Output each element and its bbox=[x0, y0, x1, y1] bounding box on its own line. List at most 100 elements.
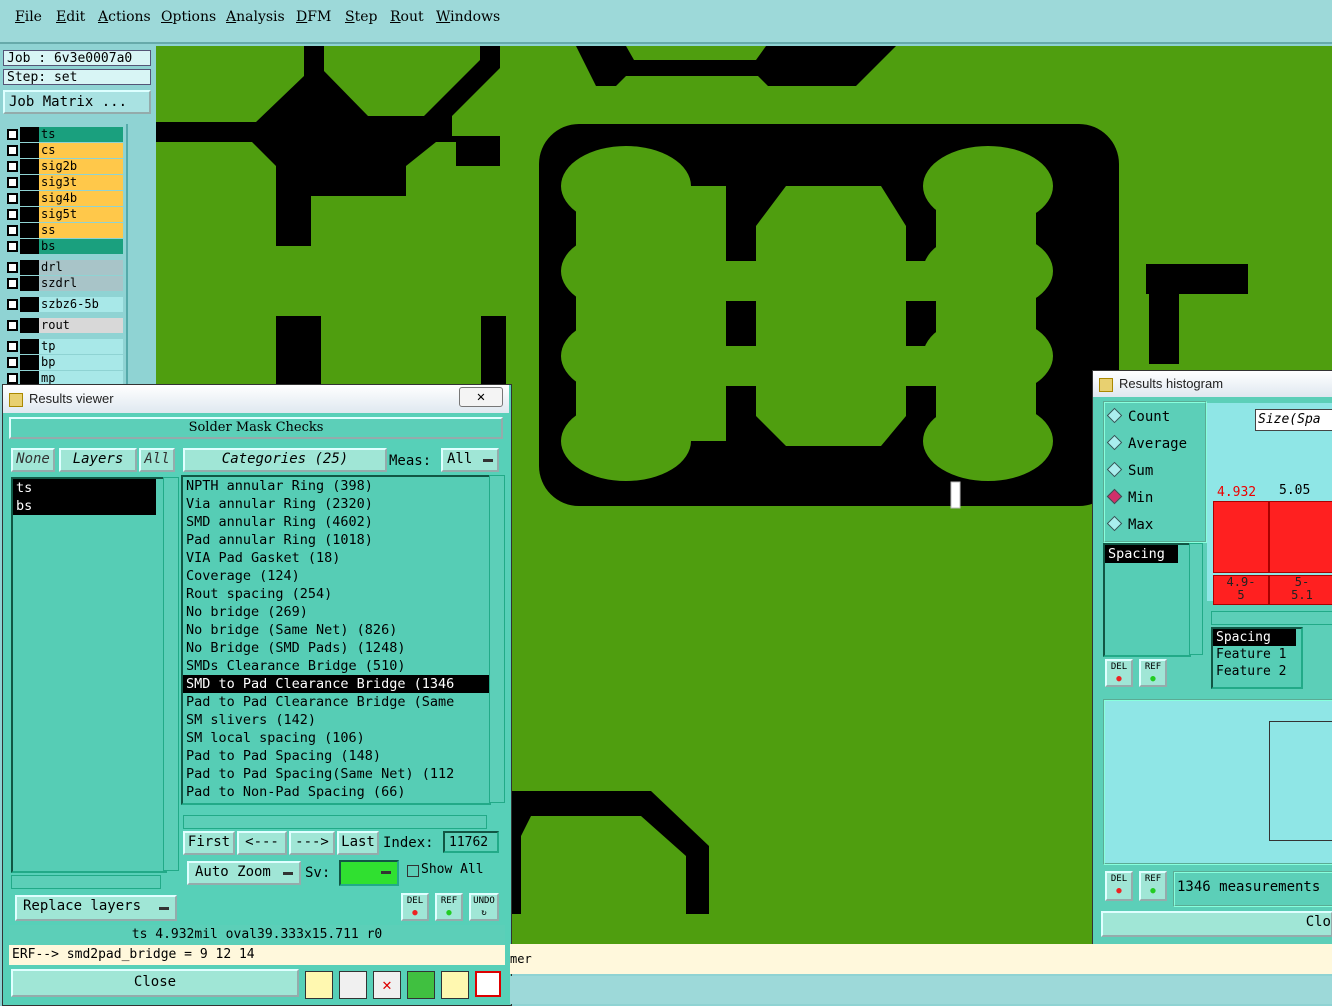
del-button-2[interactable]: DEL ● bbox=[1105, 871, 1133, 901]
layer-row-bs[interactable]: bs bbox=[5, 239, 123, 254]
option-min[interactable]: Min bbox=[1106, 488, 1153, 510]
layer-row-sig3t[interactable]: sig3t bbox=[5, 175, 123, 190]
index-input[interactable]: 11762 bbox=[443, 831, 499, 853]
layer-result-bs[interactable]: bs bbox=[13, 497, 156, 515]
layer-row-drl[interactable]: drl bbox=[5, 260, 123, 275]
param-spacing[interactable]: Spacing bbox=[1105, 545, 1178, 563]
layer-row-bp[interactable]: bp bbox=[5, 355, 123, 370]
auto-zoom-dropdown[interactable]: Auto Zoom bbox=[187, 861, 301, 885]
layer-scrollbar[interactable] bbox=[126, 124, 154, 386]
meas-dropdown[interactable]: All bbox=[441, 448, 499, 472]
histogram-titlebar[interactable]: Results histogram bbox=[1093, 371, 1332, 397]
layer-list-hscrollbar[interactable] bbox=[11, 875, 161, 889]
layer-row-sig5t[interactable]: sig5t bbox=[5, 207, 123, 222]
menu-options[interactable]: Options bbox=[161, 9, 216, 25]
menu-rout[interactable]: Rout bbox=[390, 9, 424, 25]
categories-button[interactable]: Categories (25) bbox=[183, 448, 387, 472]
layer-checkbox[interactable] bbox=[7, 262, 18, 273]
layer-result-ts[interactable]: ts bbox=[13, 479, 156, 497]
menu-step[interactable]: Step bbox=[345, 9, 377, 25]
menu-file[interactable]: File bbox=[15, 9, 42, 25]
option-count[interactable]: Count bbox=[1106, 407, 1170, 429]
layer-row-tp[interactable]: tp bbox=[5, 339, 123, 354]
category-item[interactable]: No bridge (Same Net) (826) bbox=[183, 621, 489, 639]
layer-checkbox[interactable] bbox=[7, 357, 18, 368]
category-item[interactable]: SMD to Pad Clearance Bridge (1346 bbox=[183, 675, 489, 693]
prev-button[interactable]: <--- bbox=[237, 831, 287, 855]
category-item[interactable]: Pad to Pad Spacing (148) bbox=[183, 747, 489, 765]
category-item[interactable]: Rout spacing (254) bbox=[183, 585, 489, 603]
sv-color-dropdown[interactable] bbox=[339, 860, 399, 886]
layer-checkbox[interactable] bbox=[7, 209, 18, 220]
chart-hscrollbar[interactable] bbox=[1211, 611, 1332, 625]
tool-icon-4[interactable] bbox=[407, 971, 435, 999]
tool-icon-1[interactable] bbox=[305, 971, 333, 999]
layer-checkbox[interactable] bbox=[7, 193, 18, 204]
close-button[interactable]: Close bbox=[11, 969, 299, 997]
layer-row-szbz6-5b[interactable]: szbz6-5b bbox=[5, 297, 123, 312]
del-button[interactable]: DEL ● bbox=[1105, 659, 1133, 687]
next-button[interactable]: ---> bbox=[289, 831, 335, 855]
layers-button[interactable]: Layers bbox=[59, 448, 137, 472]
show-all-checkbox[interactable] bbox=[407, 865, 419, 877]
ref-button[interactable]: REF ● bbox=[435, 893, 463, 921]
tool-icon-2[interactable] bbox=[339, 971, 367, 999]
category-item[interactable]: SM local spacing (106) bbox=[183, 729, 489, 747]
layer-row-sig4b[interactable]: sig4b bbox=[5, 191, 123, 206]
option-average[interactable]: Average bbox=[1106, 434, 1187, 456]
layer-checkbox[interactable] bbox=[7, 225, 18, 236]
menu-actions[interactable]: Actions bbox=[98, 9, 151, 25]
category-item[interactable]: Pad to Pad Clearance Bridge (Same bbox=[183, 693, 489, 711]
notes-icon[interactable] bbox=[441, 971, 469, 999]
category-item[interactable]: Pad to Non-Pad Spacing (66) bbox=[183, 783, 489, 801]
menu-dfm[interactable]: DFM bbox=[296, 9, 331, 25]
menu-analysis[interactable]: Analysis bbox=[226, 9, 285, 25]
layer-checkbox[interactable] bbox=[7, 177, 18, 188]
close-icon[interactable]: ✕ bbox=[459, 387, 503, 407]
category-item[interactable]: No bridge (269) bbox=[183, 603, 489, 621]
param-scrollbar[interactable] bbox=[1189, 543, 1203, 655]
layer-checkbox[interactable] bbox=[7, 299, 18, 310]
menu-edit[interactable]: Edit bbox=[56, 9, 85, 25]
layer-checkbox[interactable] bbox=[7, 320, 18, 331]
last-button[interactable]: Last bbox=[337, 831, 379, 855]
histogram-close-button[interactable]: Clo bbox=[1101, 911, 1332, 937]
layer-row-rout[interactable]: rout bbox=[5, 318, 123, 333]
all-button[interactable]: All bbox=[139, 448, 175, 472]
results-viewer-titlebar[interactable]: Results viewer ✕ bbox=[3, 385, 509, 413]
category-item[interactable]: Coverage (124) bbox=[183, 567, 489, 585]
layer-row-sig2b[interactable]: sig2b bbox=[5, 159, 123, 174]
none-button[interactable]: None bbox=[11, 448, 55, 472]
category-item[interactable]: VIA Pad Gasket (18) bbox=[183, 549, 489, 567]
first-button[interactable]: First bbox=[183, 831, 235, 855]
option-max[interactable]: Max bbox=[1106, 515, 1153, 537]
histogram-bar-2[interactable] bbox=[1269, 501, 1332, 573]
param-list[interactable]: Spacing bbox=[1103, 543, 1191, 657]
layer-checkbox[interactable] bbox=[7, 129, 18, 140]
ref-button[interactable]: REF ● bbox=[1139, 659, 1167, 687]
layer-row-cs[interactable]: cs bbox=[5, 143, 123, 158]
category-item[interactable]: Pad to Pad Spacing(Same Net) (112 bbox=[183, 765, 489, 783]
category-item[interactable]: SM slivers (142) bbox=[183, 711, 489, 729]
ref-button-2[interactable]: REF ● bbox=[1139, 871, 1167, 901]
option-sum[interactable]: Sum bbox=[1106, 461, 1153, 483]
layer-checkbox[interactable] bbox=[7, 161, 18, 172]
category-item[interactable]: Via annular Ring (2320) bbox=[183, 495, 489, 513]
layer-checkbox[interactable] bbox=[7, 373, 18, 384]
category-list[interactable]: NPTH annular Ring (398) Via annular Ring … bbox=[181, 475, 491, 805]
histogram-icon[interactable] bbox=[475, 971, 501, 997]
cancel-icon[interactable]: ✕ bbox=[373, 971, 401, 999]
layer-checkbox[interactable] bbox=[7, 241, 18, 252]
category-item[interactable]: Pad annular Ring (1018) bbox=[183, 531, 489, 549]
histogram-bar-1[interactable] bbox=[1213, 501, 1269, 573]
layer-row-ss[interactable]: ss bbox=[5, 223, 123, 238]
category-scrollbar[interactable] bbox=[489, 475, 505, 803]
layer-result-list[interactable]: ts bs bbox=[11, 477, 167, 873]
layer-row-szdrl[interactable]: szdrl bbox=[5, 276, 123, 291]
category-item[interactable]: NPTH annular Ring (398) bbox=[183, 477, 489, 495]
category-hscrollbar[interactable] bbox=[183, 815, 487, 829]
layer-checkbox[interactable] bbox=[7, 341, 18, 352]
del-button[interactable]: DEL ● bbox=[401, 893, 429, 921]
category-item[interactable]: SMDs Clearance Bridge (510) bbox=[183, 657, 489, 675]
undo-button[interactable]: UNDO ↻ bbox=[469, 893, 499, 921]
